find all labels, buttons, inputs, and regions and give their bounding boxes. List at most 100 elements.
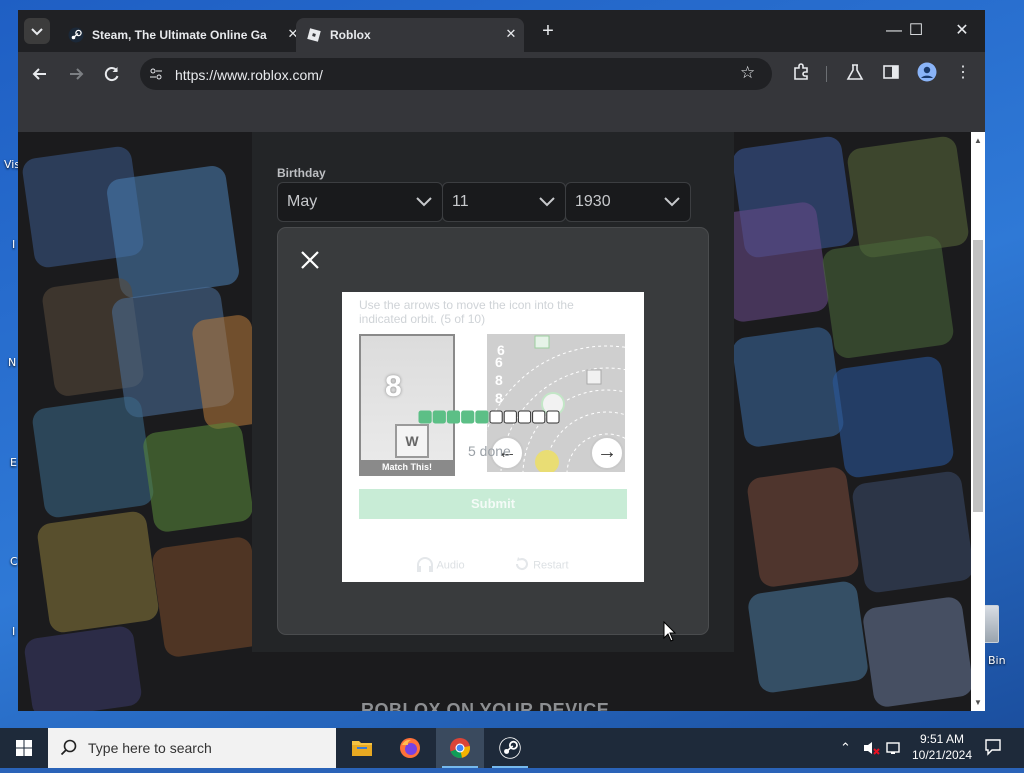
bookmark-star-icon[interactable]: ☆ <box>740 63 755 83</box>
background-tile <box>745 465 861 589</box>
back-button[interactable] <box>28 62 52 86</box>
taskbar-app-steam[interactable] <box>486 728 534 768</box>
progress-segment-done <box>461 410 475 424</box>
taskbar-search-box[interactable]: Type here to search <box>48 728 336 768</box>
background-tile <box>35 509 161 635</box>
background-tile <box>141 420 255 534</box>
audio-label: Audio <box>436 559 465 572</box>
windows-logo-icon <box>16 740 32 756</box>
scroll-down-arrow-icon[interactable]: ▼ <box>974 698 982 707</box>
scrollbar-thumb[interactable] <box>973 240 983 512</box>
notifications-icon[interactable] <box>984 738 1002 759</box>
profile-avatar-icon[interactable] <box>916 62 938 84</box>
birthday-label: Birthday <box>277 166 326 180</box>
chevron-down-icon <box>664 197 680 207</box>
birthday-month-select[interactable]: May <box>277 182 443 222</box>
address-bar[interactable]: https://www.roblox.com/ ☆ <box>140 58 772 90</box>
labs-flask-icon[interactable] <box>844 62 866 84</box>
background-tile <box>830 354 956 480</box>
background-tile <box>850 469 971 595</box>
progress-segment-pending <box>517 410 532 424</box>
reload-button[interactable] <box>100 62 124 86</box>
page-viewport: Birthday May 11 1930 ROBLOX ON YOUR DEVI… <box>18 132 971 711</box>
site-info-icon[interactable] <box>148 66 164 82</box>
scroll-up-arrow-icon[interactable]: ▲ <box>974 136 982 145</box>
chevron-down-icon <box>416 197 432 207</box>
background-tile <box>820 234 956 360</box>
headphones-icon <box>416 556 434 575</box>
tab-title: Steam, The Ultimate Online Ga <box>92 28 267 42</box>
progress-segment-done <box>432 410 446 424</box>
taskbar-app-chrome[interactable] <box>436 728 484 768</box>
orbit-number: 8 <box>495 390 503 406</box>
tab-search-button[interactable] <box>24 18 50 44</box>
match-card: 8 W Match This! <box>359 334 455 476</box>
taskbar-app-firefox[interactable] <box>386 728 434 768</box>
vertical-scrollbar[interactable]: ▲ ▼ <box>971 132 985 711</box>
steam-icon <box>499 737 521 759</box>
start-button[interactable] <box>0 728 48 768</box>
chrome-icon <box>450 738 471 759</box>
network-icon[interactable] <box>886 740 902 759</box>
captcha-modal: Use the arrows to move the icon into the… <box>278 228 708 634</box>
mouse-cursor-icon <box>663 621 677 642</box>
url-text[interactable]: https://www.roblox.com/ <box>175 67 323 83</box>
search-icon <box>60 739 77 756</box>
close-tab-icon[interactable]: ✕ <box>502 25 520 43</box>
firefox-icon <box>400 738 420 758</box>
menu-kebab-icon[interactable]: ⋮ <box>952 62 974 84</box>
desktop-icon-label[interactable]: C <box>10 555 18 568</box>
progress-segment-done <box>446 410 461 424</box>
recycle-bin-icon[interactable] <box>983 605 999 643</box>
arrow-right-button[interactable]: → <box>590 436 624 470</box>
background-tile <box>730 325 846 449</box>
footer-heading: ROBLOX ON YOUR DEVICE <box>361 700 610 711</box>
chevron-up-icon[interactable]: ⌃ <box>840 740 851 756</box>
close-icon <box>301 251 319 269</box>
restart-button[interactable]: Restart <box>514 556 569 575</box>
recycle-bin-label[interactable]: Bin <box>988 654 1006 667</box>
close-window-button[interactable]: ✕ <box>942 18 982 44</box>
captcha-instruction: Use the arrows to move the icon into the… <box>359 298 574 326</box>
taskbar-app-file-explorer[interactable] <box>338 728 386 768</box>
birthday-year-select[interactable]: 1930 <box>565 182 691 222</box>
close-modal-button[interactable] <box>298 248 322 272</box>
system-clock[interactable]: 9:51 AM 10/21/2024 <box>906 731 978 763</box>
tab-title: Roblox <box>330 28 371 42</box>
side-panel-icon[interactable] <box>880 62 902 84</box>
desktop-icon-label[interactable]: I <box>12 238 15 251</box>
progress-segment-pending <box>532 410 546 424</box>
audio-button[interactable]: Audio <box>416 556 465 575</box>
progress-segment-pending <box>546 410 560 424</box>
progress-segment-pending <box>503 410 517 424</box>
desktop-icon-label[interactable]: E <box>10 456 17 469</box>
desktop-icon-label[interactable]: N <box>8 356 16 369</box>
bookmarks-bar <box>18 96 985 133</box>
desktop-icon-label[interactable]: I <box>12 625 15 638</box>
progress-segment-pending <box>489 410 503 424</box>
select-value: 11 <box>452 193 469 210</box>
background-tile <box>22 624 144 711</box>
chevron-down-icon <box>31 28 43 36</box>
forward-button[interactable] <box>64 62 88 86</box>
match-label: Match This! <box>361 460 453 474</box>
new-tab-button[interactable]: + <box>536 20 560 44</box>
maximize-button[interactable]: ☐ <box>896 18 936 44</box>
clock-date: 10/21/2024 <box>911 748 973 762</box>
tab-roblox[interactable]: Roblox ✕ <box>296 18 524 52</box>
tab-steam[interactable]: Steam, The Ultimate Online Ga ✕ <box>58 18 298 52</box>
birthday-day-select[interactable]: 11 <box>442 182 566 222</box>
chevron-down-icon <box>539 197 555 207</box>
progress-indicator <box>418 410 560 424</box>
browser-window: Steam, The Ultimate Online Ga ✕ Roblox ✕… <box>18 10 985 711</box>
background-tile <box>746 579 870 695</box>
tab-strip: Steam, The Ultimate Online Ga ✕ Roblox ✕… <box>18 10 985 52</box>
speaker-muted-icon[interactable] <box>862 740 880 759</box>
submit-button[interactable]: Submit <box>359 489 627 519</box>
orbit-number: 8 <box>495 372 503 388</box>
background-tile <box>861 595 971 709</box>
select-value: 1930 <box>575 193 611 210</box>
select-value: May <box>287 193 318 210</box>
orbit-number: 6 <box>495 354 503 370</box>
extensions-icon[interactable] <box>790 62 812 84</box>
